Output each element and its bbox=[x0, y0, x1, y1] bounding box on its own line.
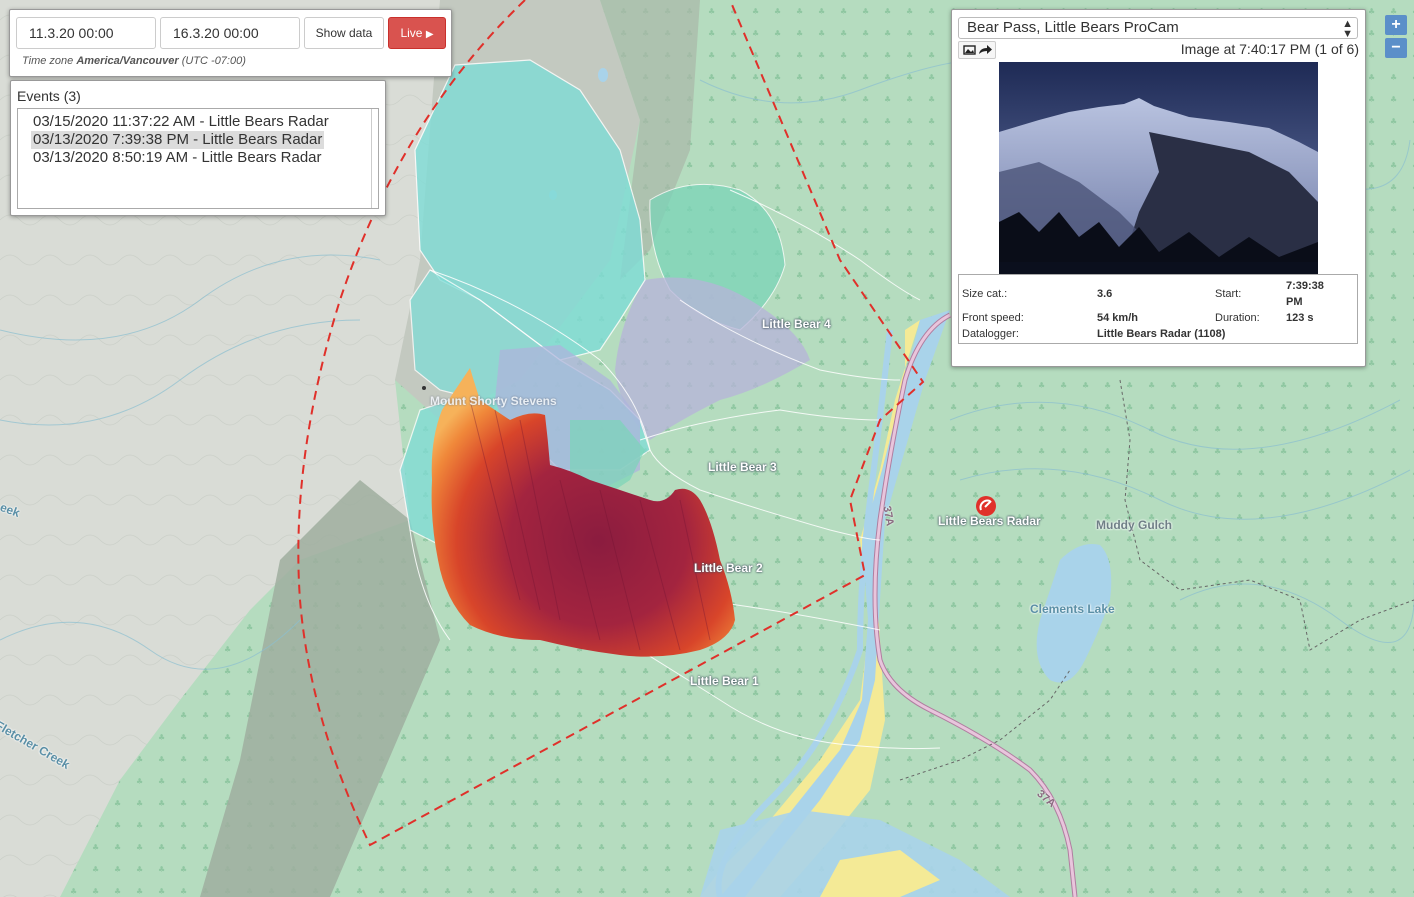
size-cat-label: Size cat.: bbox=[962, 288, 1008, 300]
datalogger-label: Datalogger: bbox=[962, 328, 1019, 340]
events-scrollbar[interactable] bbox=[371, 109, 372, 208]
zoom-out-button[interactable]: − bbox=[1385, 38, 1407, 58]
camera-panel: Bear Pass, Little Bears ProCam ▲ ▼ Image … bbox=[951, 9, 1366, 367]
front-speed-value: 54 km/h bbox=[1097, 312, 1138, 324]
select-arrows-icon: ▲ ▼ bbox=[1342, 18, 1353, 40]
camera-select[interactable]: Bear Pass, Little Bears ProCam ▲ ▼ bbox=[958, 17, 1358, 40]
label-little-bear-4: Little Bear 4 bbox=[762, 317, 831, 331]
events-panel: Events (3) 03/15/2020 11:37:22 AM - Litt… bbox=[10, 80, 386, 216]
event-item-selected[interactable]: 03/13/2020 7:39:38 PM - Little Bears Rad… bbox=[31, 131, 325, 149]
timezone-name: America/Vancouver bbox=[76, 55, 179, 67]
small-pond bbox=[598, 68, 608, 82]
camera-tools bbox=[958, 41, 996, 59]
label-little-bears-radar: Little Bears Radar bbox=[938, 514, 1041, 528]
image-caption: Image at 7:40:17 PM (1 of 6) bbox=[1180, 41, 1359, 57]
time-range-panel: 11.3.20 00:00 16.3.20 00:00 Show data Li… bbox=[9, 9, 452, 77]
event-item[interactable]: 03/13/2020 8:50:19 AM - Little Bears Rad… bbox=[31, 149, 324, 167]
zoom-control: + − bbox=[1385, 15, 1407, 59]
label-mount-shorty-stevens: Mount Shorty Stevens bbox=[430, 394, 557, 408]
front-speed-label: Front speed: bbox=[962, 312, 1024, 324]
summit-marker bbox=[422, 386, 426, 390]
label-muddy-gulch: Muddy Gulch bbox=[1096, 518, 1172, 532]
live-button-label: Live bbox=[400, 26, 423, 40]
label-little-bear-3: Little Bear 3 bbox=[708, 460, 777, 474]
webcam-image[interactable] bbox=[999, 62, 1318, 274]
end-date-input[interactable]: 16.3.20 00:00 bbox=[160, 17, 300, 49]
timezone-prefix: Time zone bbox=[22, 55, 74, 67]
label-clements-lake: Clements Lake bbox=[1030, 602, 1115, 616]
event-item[interactable]: 03/15/2020 11:37:22 AM - Little Bears Ra… bbox=[31, 113, 331, 131]
show-data-button[interactable]: Show data bbox=[304, 17, 384, 49]
size-cat-value: 3.6 bbox=[1097, 288, 1113, 300]
share-icon[interactable] bbox=[979, 45, 992, 54]
event-stats: Size cat.: 3.6 Start: 7:39:38 PM Front s… bbox=[958, 274, 1358, 344]
datalogger-value: Little Bears Radar (1108) bbox=[1097, 328, 1226, 340]
camera-select-value: Bear Pass, Little Bears ProCam bbox=[967, 19, 1179, 36]
image-icon[interactable] bbox=[963, 45, 976, 55]
label-little-bear-1: Little Bear 1 bbox=[690, 674, 759, 688]
start-value-line1: 7:39:38 bbox=[1286, 280, 1324, 292]
duration-value: 123 s bbox=[1286, 312, 1314, 324]
events-list[interactable]: 03/15/2020 11:37:22 AM - Little Bears Ra… bbox=[17, 108, 379, 209]
events-title: Events (3) bbox=[17, 88, 81, 104]
radar-icon[interactable] bbox=[976, 496, 996, 516]
timezone-note: Time zone America/Vancouver (UTC -07:00) bbox=[22, 55, 246, 67]
label-little-bear-2: Little Bear 2 bbox=[694, 561, 763, 575]
duration-label: Duration: bbox=[1215, 312, 1260, 324]
start-value-line2: PM bbox=[1286, 296, 1303, 308]
start-date-input[interactable]: 11.3.20 00:00 bbox=[16, 17, 156, 49]
live-button[interactable]: Live ▶ bbox=[388, 17, 446, 49]
zoom-in-button[interactable]: + bbox=[1385, 15, 1407, 35]
play-icon: ▶ bbox=[425, 29, 434, 40]
timezone-offset: (UTC -07:00) bbox=[181, 55, 246, 67]
start-label: Start: bbox=[1215, 288, 1242, 300]
